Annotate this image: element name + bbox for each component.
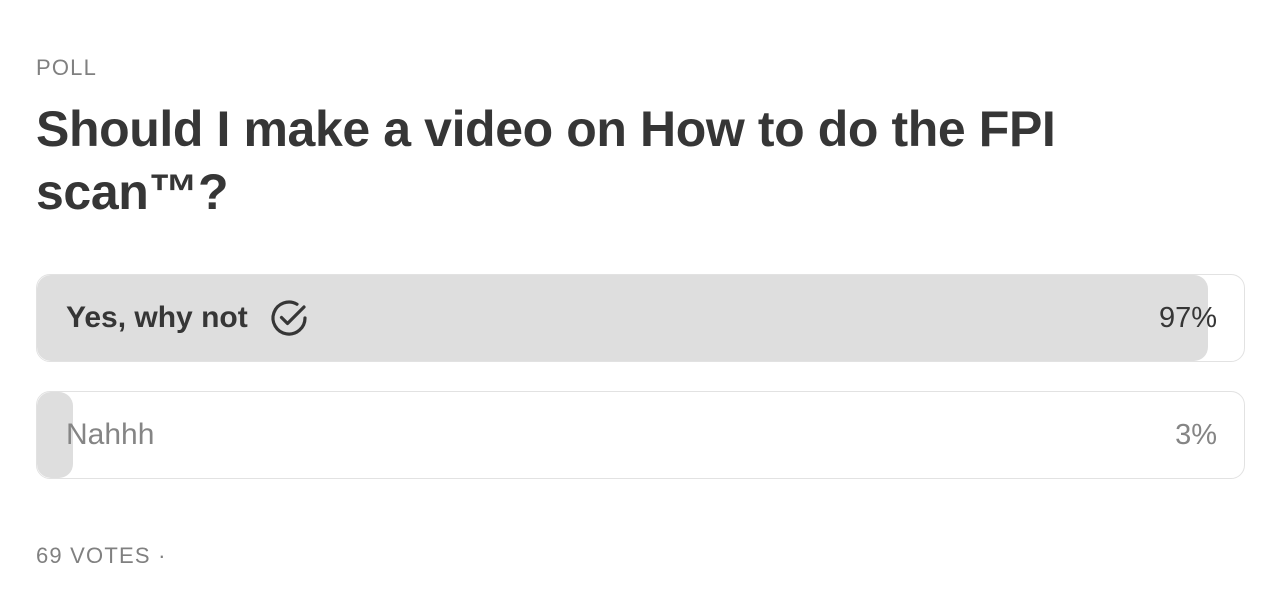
poll-option-percent: 3% [1175, 418, 1217, 451]
poll-option-label: Yes, why not [66, 301, 248, 334]
poll-option-label-row: Yes, why not [66, 275, 310, 361]
poll-option-percent: 97% [1158, 301, 1217, 334]
poll-question: Should I make a video on How to do the F… [36, 101, 1056, 220]
poll-label: POLL [36, 55, 98, 80]
poll-option-label-row: Nahhh [66, 392, 154, 478]
poll-option-label: Nahhh [66, 418, 155, 451]
vote-count: 69 VOTES · [36, 543, 167, 568]
checkmark-circle-icon [268, 297, 310, 339]
poll-option-no[interactable]: Nahhh 3% [36, 391, 1245, 479]
poll-card: POLL Should I make a video on How to do … [0, 0, 1288, 600]
poll-option-yes[interactable]: Yes, why not 97% [36, 274, 1245, 362]
